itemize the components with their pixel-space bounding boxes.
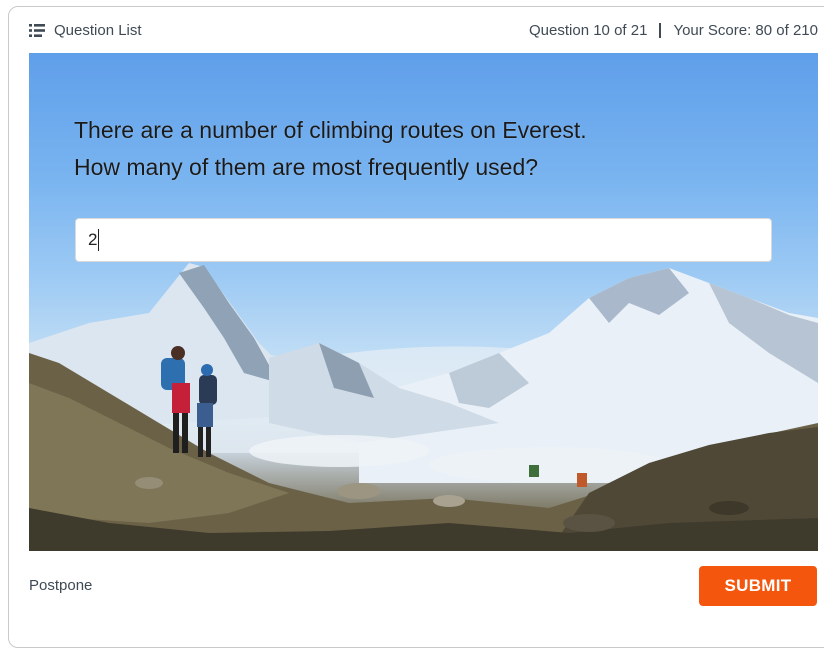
answer-input[interactable]: 2 <box>75 218 772 262</box>
score-text: Your Score: 80 of 210 <box>673 21 818 39</box>
question-text: There are a number of climbing routes on… <box>74 112 794 186</box>
question-line-1: There are a number of climbing routes on… <box>74 117 587 143</box>
question-card: There are a number of climbing routes on… <box>29 53 818 551</box>
quiz-header: Question List Question 10 of 21 Your Sco… <box>29 19 818 41</box>
question-list-label: Question List <box>54 21 142 39</box>
question-line-2: How many of them are most frequently use… <box>74 154 539 180</box>
separator <box>659 22 662 38</box>
postpone-link[interactable]: Postpone <box>29 577 92 594</box>
submit-button[interactable]: SUBMIT <box>699 566 817 606</box>
text-caret <box>98 229 100 251</box>
question-list-button[interactable]: Question List <box>29 22 142 39</box>
list-icon <box>29 23 45 37</box>
answer-value: 2 <box>88 230 98 249</box>
progress-info: Question 10 of 21 Your Score: 80 of 210 <box>529 22 818 39</box>
question-counter: Question 10 of 21 <box>529 21 648 39</box>
